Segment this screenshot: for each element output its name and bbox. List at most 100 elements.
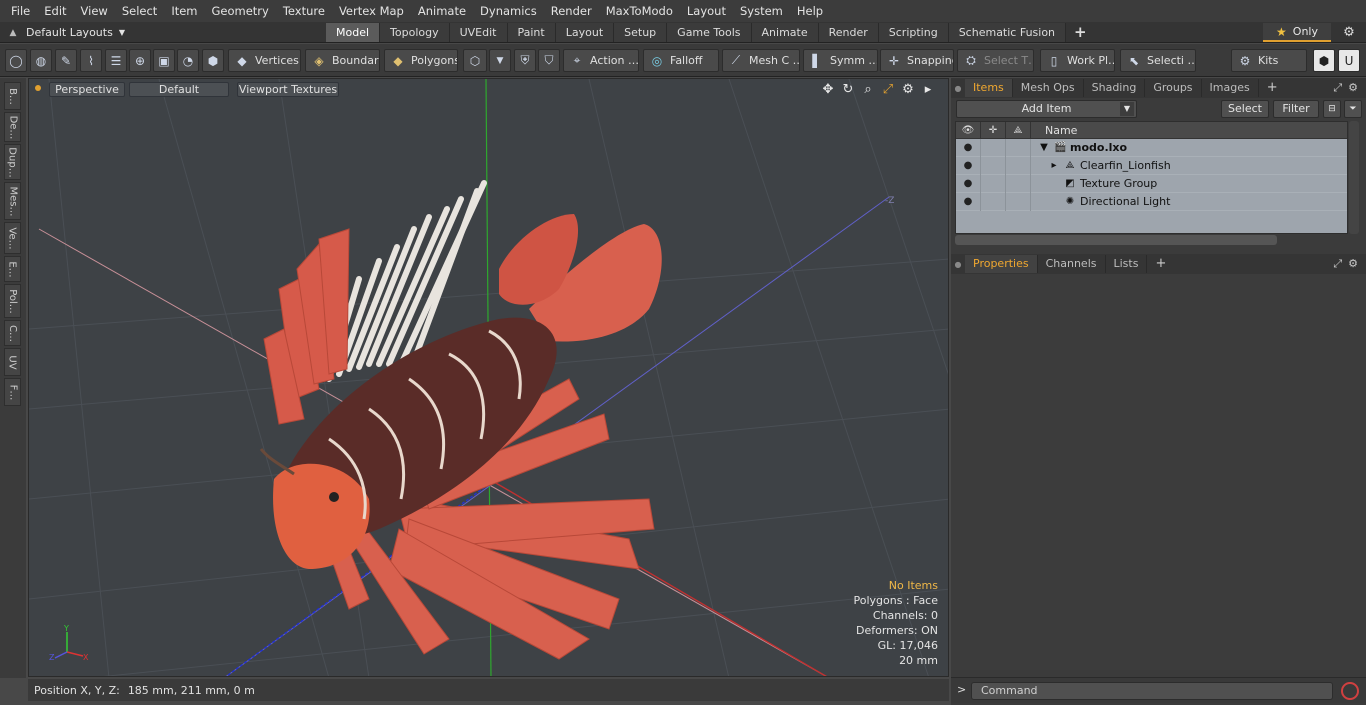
left-tab-uv[interactable]: UV (4, 348, 21, 376)
viewport-settings-icon[interactable]: ⚙ (900, 82, 916, 97)
gear-icon[interactable]: ⚙ (1339, 23, 1359, 42)
collapse-arrow-icon[interactable]: ▼ (1038, 142, 1050, 153)
eye-icon[interactable]: ● (956, 156, 981, 175)
tab-topology[interactable]: Topology (380, 23, 450, 42)
zoom-view-icon[interactable]: ⌕ (860, 82, 876, 97)
menu-system[interactable]: System (733, 0, 790, 22)
filter-funnel-icon[interactable]: ⏷ (1344, 100, 1362, 118)
shield-alt-icon[interactable]: ⛉ (538, 49, 560, 72)
selection-sets-button[interactable]: ⬉ Selecti … (1120, 49, 1196, 72)
tab-properties[interactable]: Properties (965, 255, 1038, 273)
select-through-button[interactable]: ⛭ Select T… (957, 49, 1034, 72)
menu-vertex-map[interactable]: Vertex Map (332, 0, 411, 22)
add-item-button[interactable]: Add Item ▼ (956, 100, 1137, 118)
type-column-icon[interactable]: ⟁ (1006, 122, 1031, 139)
move-view-icon[interactable]: ✥ (820, 82, 836, 97)
tab-images[interactable]: Images (1202, 79, 1259, 97)
left-tab-edge[interactable]: E… (4, 256, 21, 282)
tree-row[interactable]: ● ◩ Texture Group (956, 174, 1347, 193)
tab-schematic-fusion[interactable]: Schematic Fusion (948, 23, 1067, 42)
filter-button[interactable]: Filter (1273, 100, 1319, 118)
tab-animate[interactable]: Animate (751, 23, 819, 42)
polygons-button[interactable]: ◆ Polygons (384, 49, 458, 72)
pie-icon[interactable]: ◔ (177, 49, 199, 72)
panel-settings-icon[interactable]: ⚙ (1348, 257, 1358, 271)
align-icon[interactable]: ☰ (105, 49, 127, 72)
tree-row[interactable]: ● ✺ Directional Light (956, 192, 1347, 211)
unity-icon[interactable]: ⬢ (1313, 49, 1335, 72)
menu-view[interactable]: View (74, 0, 115, 22)
left-tab-mesh-edit[interactable]: Mes… (4, 182, 21, 220)
tab-game-tools[interactable]: Game Tools (667, 23, 752, 42)
tree-horizontal-scrollbar[interactable] (955, 235, 1277, 245)
tab-shading[interactable]: Shading (1084, 79, 1146, 97)
circle-select-icon[interactable]: ◯ (5, 49, 27, 72)
tab-groups[interactable]: Groups (1145, 79, 1202, 97)
left-tab-duplicate[interactable]: Dup… (4, 144, 21, 180)
viewport-textures-button[interactable]: Viewport Textures (237, 82, 339, 97)
tab-setup[interactable]: Setup (614, 23, 668, 42)
menu-layout[interactable]: Layout (680, 0, 733, 22)
maximize-view-icon[interactable]: ⤢ (880, 82, 896, 97)
menu-geometry[interactable]: Geometry (205, 0, 276, 22)
frame-icon[interactable]: ▣ (153, 49, 175, 72)
tab-items[interactable]: Items (965, 79, 1013, 97)
left-tab-basic[interactable]: B… (4, 82, 21, 110)
menu-render[interactable]: Render (544, 0, 599, 22)
left-tab-vertex[interactable]: Ve… (4, 222, 21, 254)
chevron-down-icon[interactable]: ▼ (489, 49, 511, 72)
mesh-constraint-button[interactable]: ⟋ Mesh C … (722, 49, 800, 72)
tab-paint[interactable]: Paint (507, 23, 556, 42)
add-panel-tab-button[interactable]: + (1147, 255, 1174, 273)
view-mode-button[interactable]: Perspective (49, 82, 125, 97)
menu-file[interactable]: File (4, 0, 37, 22)
kits-button[interactable]: ⚙ Kits (1231, 49, 1307, 72)
left-tab-polygon[interactable]: Pol… (4, 284, 21, 318)
tree-row[interactable]: ● ▼ 🎬 modo.lxo (956, 138, 1347, 157)
left-tab-fusion[interactable]: F… (4, 378, 21, 406)
rotate-view-icon[interactable]: ↻ (840, 82, 856, 97)
lock-column-icon[interactable]: ✛ (981, 122, 1006, 139)
panel-maximize-icon[interactable]: ⤢ (1333, 257, 1342, 271)
item-mode-icon[interactable]: ⬡ (463, 49, 487, 72)
tab-layout[interactable]: Layout (555, 23, 615, 42)
pen-icon[interactable]: ✎ (55, 49, 77, 72)
record-macro-icon[interactable] (1341, 682, 1359, 700)
shield-icon[interactable]: ⛨ (514, 49, 536, 72)
menu-texture[interactable]: Texture (276, 0, 332, 22)
expand-arrow-icon[interactable]: ▸ (1048, 160, 1060, 171)
3d-viewport[interactable]: -Z Perspective Default Viewport Textures… (28, 78, 949, 677)
name-column-header[interactable]: Name (1031, 124, 1077, 137)
globe-icon[interactable]: ◍ (30, 49, 52, 72)
viewport-menu-dot[interactable] (35, 85, 41, 91)
unreal-icon[interactable]: U (1338, 49, 1360, 72)
tree-vertical-scrollbar[interactable] (1349, 121, 1359, 234)
panel-settings-icon[interactable]: ⚙ (1348, 81, 1358, 95)
chevron-down-icon[interactable]: ▼ (1120, 102, 1134, 116)
only-button[interactable]: ★ Only (1263, 23, 1331, 42)
tab-render[interactable]: Render (818, 23, 879, 42)
panel-menu-icon[interactable]: ● (951, 78, 965, 98)
eye-icon[interactable]: ● (956, 192, 981, 211)
expand-up-icon[interactable]: ▲ (6, 26, 20, 40)
add-tab-button[interactable]: + (1066, 23, 1095, 42)
expand-right-icon[interactable]: ▸ (920, 82, 936, 97)
brush-icon[interactable]: ⌇ (80, 49, 102, 72)
tab-scripting[interactable]: Scripting (878, 23, 949, 42)
menu-animate[interactable]: Animate (411, 0, 473, 22)
menu-item[interactable]: Item (164, 0, 204, 22)
layout-selector[interactable]: ▲ Default Layouts ▼ (6, 24, 125, 41)
menu-select[interactable]: Select (115, 0, 164, 22)
tab-channels[interactable]: Channels (1038, 255, 1106, 273)
eye-icon[interactable]: ● (956, 138, 981, 157)
panel-menu-icon[interactable]: ● (951, 254, 965, 274)
center-icon[interactable]: ⊕ (129, 49, 151, 72)
menu-help[interactable]: Help (790, 0, 830, 22)
tab-model[interactable]: Model (326, 23, 381, 42)
select-button[interactable]: Select (1221, 100, 1269, 118)
tab-uvedit[interactable]: UVEdit (449, 23, 508, 42)
add-panel-tab-button[interactable]: + (1259, 79, 1286, 97)
work-plane-button[interactable]: ▯ Work Pl… (1040, 49, 1115, 72)
menu-maxtomodo[interactable]: MaxToModo (599, 0, 680, 22)
snapping-button[interactable]: ✛ Snapping (880, 49, 954, 72)
